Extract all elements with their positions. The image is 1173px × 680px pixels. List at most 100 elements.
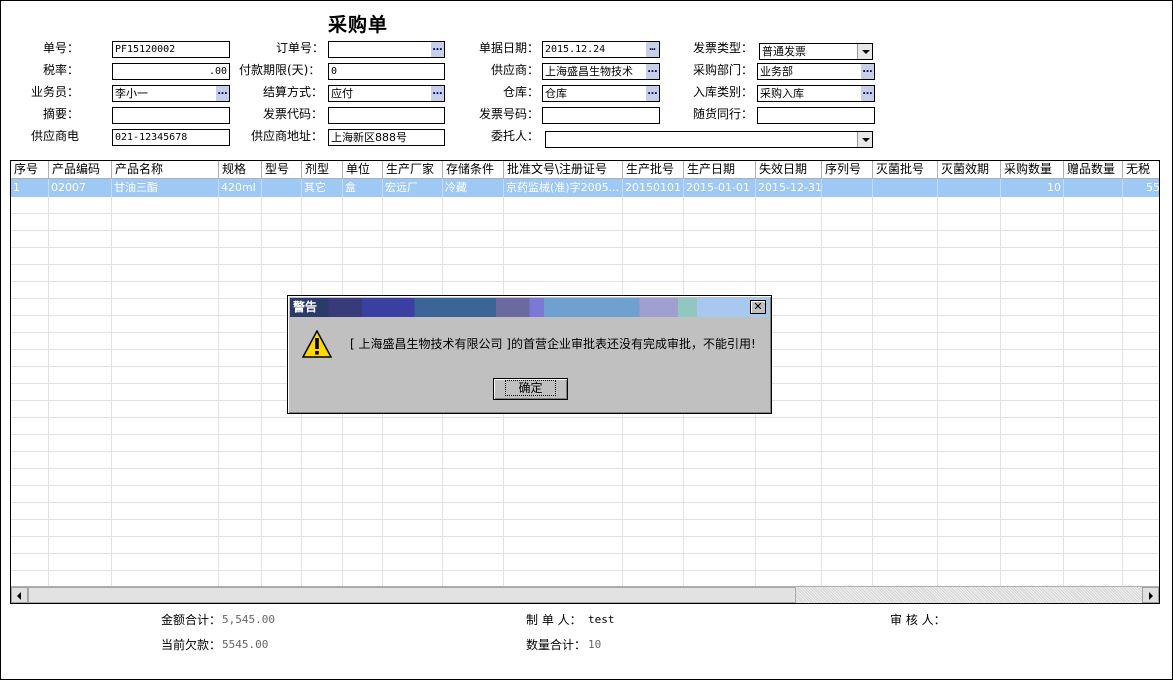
payment-days-field[interactable]: 0: [328, 63, 445, 80]
col-header[interactable]: 单位: [343, 161, 383, 179]
cell-exp-date[interactable]: 2015-12-31: [756, 179, 822, 197]
horizontal-scrollbar[interactable]: [11, 586, 1159, 603]
col-header[interactable]: 产品编码: [49, 161, 112, 179]
cell-form[interactable]: 其它: [302, 179, 343, 197]
close-icon[interactable]: ✕: [750, 300, 766, 314]
col-header[interactable]: 灭菌效期: [938, 161, 1001, 179]
current-debt-label: 当前欠款：: [161, 638, 222, 652]
col-header[interactable]: 剂型: [302, 161, 343, 179]
invoice-type-label: 发票类型：: [693, 41, 754, 55]
chevron-down-icon[interactable]: [857, 132, 872, 147]
cell-batch[interactable]: 20150101: [623, 179, 684, 197]
scroll-thumb[interactable]: [28, 587, 796, 603]
purchase-dept-lookup-button[interactable]: …: [860, 64, 874, 79]
col-header[interactable]: 生产日期: [684, 161, 756, 179]
accompany-field[interactable]: [757, 107, 875, 124]
cell-seq[interactable]: 1: [11, 179, 49, 197]
doc-date-picker-button[interactable]: …: [645, 42, 659, 57]
consignor-select[interactable]: [545, 131, 873, 148]
invoice-code-label: 发票代码：: [263, 107, 324, 121]
col-header[interactable]: 生产厂家: [383, 161, 443, 179]
supplier-phone-field[interactable]: 021-12345678: [112, 129, 230, 146]
col-header[interactable]: 灭菌批号: [873, 161, 938, 179]
summary-field[interactable]: [112, 107, 230, 124]
cell-model[interactable]: [262, 179, 302, 197]
subscribe-no-field[interactable]: …: [328, 41, 445, 58]
dialog-title-bar[interactable]: 警告 ✕: [290, 298, 769, 317]
invoice-no-field[interactable]: [542, 107, 660, 124]
supplier-address-label: 供应商地址：: [251, 129, 324, 143]
dialog-message: [ 上海盛昌生物技术有限公司 ]的首营企业审批表还没有完成审批，不能引用!: [350, 337, 756, 351]
warning-icon: [302, 330, 332, 358]
col-header[interactable]: 生产批号: [623, 161, 684, 179]
supplier-field[interactable]: 上海盛昌生物技术 …: [542, 63, 660, 80]
supplier-lookup-button[interactable]: …: [645, 64, 659, 79]
stockin-type-field[interactable]: 采购入库 …: [757, 85, 875, 102]
scroll-left-button[interactable]: [11, 587, 28, 603]
settle-method-lookup-button[interactable]: …: [430, 86, 444, 101]
order-no-label: 单号：: [43, 41, 80, 55]
col-header[interactable]: 存储条件: [443, 161, 504, 179]
supplier-phone-label: 供应商电: [31, 129, 80, 143]
subscribe-no-lookup-button[interactable]: …: [430, 42, 444, 57]
scroll-right-button[interactable]: [1142, 587, 1159, 603]
consignor-label: 委托人：: [491, 129, 540, 143]
ok-button[interactable]: 确定: [493, 378, 568, 400]
cell-maker[interactable]: 宏远厂: [383, 179, 443, 197]
warehouse-lookup-button[interactable]: …: [645, 86, 659, 101]
invoice-type-value: 普通发票: [762, 45, 806, 58]
col-header[interactable]: 无税: [1123, 161, 1159, 179]
order-no-field[interactable]: PF15120002: [112, 41, 230, 58]
col-header[interactable]: 序列号: [822, 161, 873, 179]
cell-serial[interactable]: [822, 179, 873, 197]
col-header[interactable]: 批准文号\注册证号: [504, 161, 623, 179]
purchase-dept-field[interactable]: 业务部 …: [757, 63, 875, 80]
settle-method-value: 应付: [331, 87, 353, 100]
cell-code[interactable]: 02007: [49, 179, 112, 197]
cell-approval[interactable]: 京药监械(准)字2005...: [504, 179, 623, 197]
stockin-type-lookup-button[interactable]: …: [860, 86, 874, 101]
cell-mfg-date[interactable]: 2015-01-01: [684, 179, 756, 197]
invoice-code-field[interactable]: [328, 107, 445, 124]
doc-date-field[interactable]: 2015.12.24 …: [542, 41, 660, 58]
doc-date-label: 单据日期：: [479, 41, 540, 55]
settle-method-label: 结算方式：: [263, 85, 324, 99]
settle-method-field[interactable]: 应付 …: [328, 85, 445, 102]
tax-rate-label: 税率：: [43, 63, 80, 77]
col-header[interactable]: 产品名称: [112, 161, 219, 179]
col-header[interactable]: 采购数量: [1001, 161, 1064, 179]
cell-name[interactable]: 甘油三酯: [112, 179, 219, 197]
col-header[interactable]: 失效日期: [756, 161, 822, 179]
col-header[interactable]: 赠品数量: [1064, 161, 1123, 179]
col-header[interactable]: 型号: [262, 161, 302, 179]
warehouse-field[interactable]: 仓库 …: [542, 85, 660, 102]
cell-steril-exp[interactable]: [938, 179, 1001, 197]
chevron-down-icon[interactable]: [857, 44, 872, 59]
invoice-type-select[interactable]: 普通发票: [759, 43, 873, 60]
cell-qty[interactable]: 10: [1001, 179, 1064, 197]
qty-total-label: 数量合计：: [526, 638, 587, 652]
maker-value: test: [588, 613, 615, 626]
total-amount-value: 5,545.00: [222, 613, 275, 626]
cell-storage[interactable]: 冷藏: [443, 179, 504, 197]
cell-gift-qty[interactable]: [1064, 179, 1123, 197]
cell-price[interactable]: 55: [1123, 179, 1159, 197]
salesman-field[interactable]: 李小一 …: [112, 85, 230, 102]
scroll-track[interactable]: [796, 587, 1142, 603]
cell-unit[interactable]: 盒: [343, 179, 383, 197]
cell-spec[interactable]: 420ml: [219, 179, 262, 197]
summary-label: 摘要：: [43, 107, 80, 121]
subscribe-no-label: 订单号：: [276, 41, 325, 55]
col-header[interactable]: 序号: [11, 161, 49, 179]
table-row[interactable]: 1 02007 甘油三酯 420ml 其它 盒 宏远厂 冷藏 京药监械(准)字2…: [11, 179, 1159, 197]
col-header[interactable]: 规格: [219, 161, 262, 179]
doc-date-value: 2015.12.24: [545, 44, 606, 55]
salesman-lookup-button[interactable]: …: [215, 86, 229, 101]
salesman-label: 业务员：: [31, 85, 80, 99]
current-debt-value: 5545.00: [222, 638, 269, 651]
tax-rate-field[interactable]: .00: [112, 63, 230, 80]
page-title: 采购单: [328, 14, 389, 36]
total-amount-label: 金额合计：: [161, 613, 222, 627]
supplier-address-field[interactable]: 上海新区888号: [328, 129, 445, 146]
cell-steril-batch[interactable]: [873, 179, 938, 197]
